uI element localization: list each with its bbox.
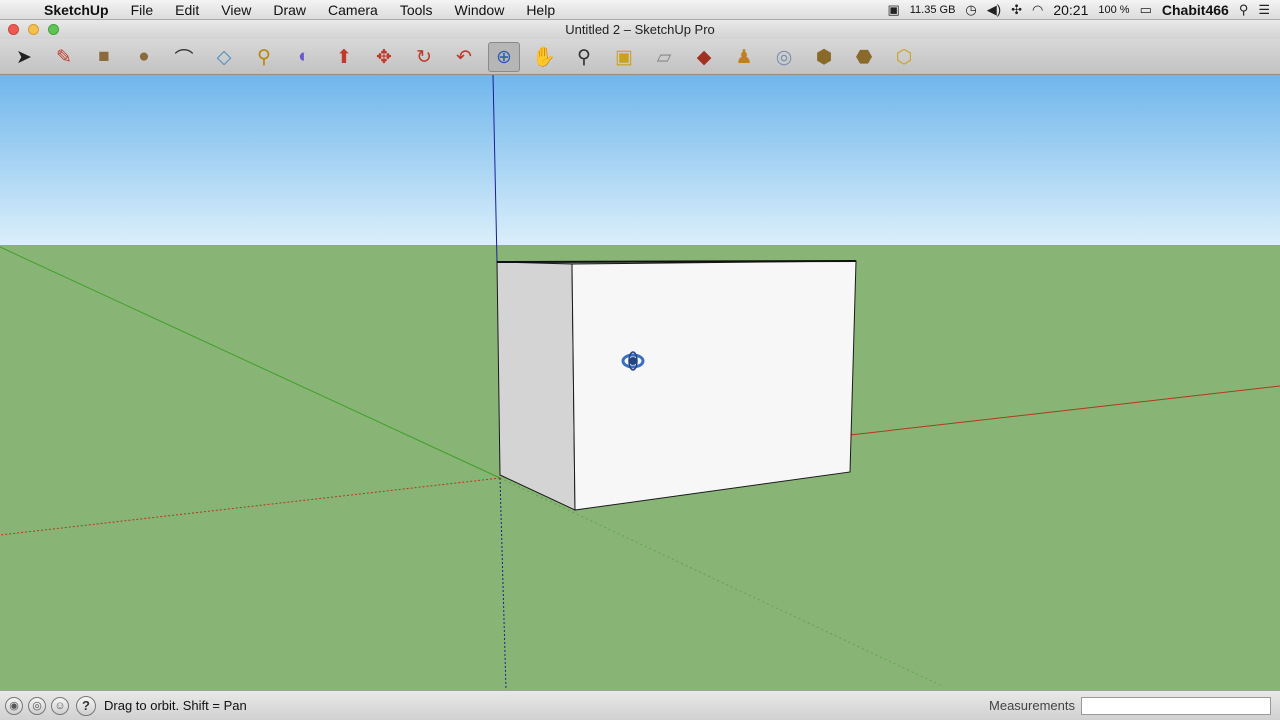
arc-tool-icon: ⌒	[174, 48, 194, 70]
pan-tool-button[interactable]: ✋	[528, 42, 560, 72]
box-top-edge	[496, 260, 857, 263]
share-component-tool-icon: ⬡	[895, 46, 913, 68]
zoom-tool-icon: ⚲	[577, 46, 591, 68]
select-tool-button[interactable]: ➤	[8, 42, 40, 72]
disk-space-readout[interactable]: 11.35 GB	[910, 4, 956, 16]
window-title: Untitled 2 – SketchUp Pro	[565, 22, 715, 37]
box-side-face[interactable]	[496, 261, 576, 511]
measurements-label: Measurements	[989, 698, 1075, 713]
add-location-tool-icon: ◆	[696, 46, 712, 68]
menu-view[interactable]: View	[210, 0, 262, 20]
get-components-tool-icon: ⬣	[855, 46, 873, 68]
bluetooth-icon[interactable]: ✣	[1011, 2, 1022, 18]
select-tool-icon: ➤	[16, 46, 32, 68]
battery-icon[interactable]: ▭	[1140, 2, 1152, 18]
zoom-window-button[interactable]	[48, 24, 59, 35]
paint-bucket-tool-icon: ◐	[298, 46, 310, 67]
pencil-tool-icon: ✎	[56, 46, 72, 68]
pan-tool-icon: ✋	[532, 47, 556, 68]
move-tool-icon: ✥	[376, 46, 392, 68]
position-camera-tool-button[interactable]: ♟	[728, 42, 760, 72]
menu-window[interactable]: Window	[444, 0, 516, 20]
menu-file[interactable]: File	[120, 0, 165, 20]
measurements-input[interactable]	[1081, 696, 1271, 715]
user-name[interactable]: Chabit466	[1162, 2, 1229, 18]
menu-bar: SketchUp File Edit View Draw Camera Tool…	[0, 0, 1280, 20]
menubar-status-area: ▣ 11.35 GB ◷ ◀) ✣ ◠ 20:21 100 % ▭ Chabit…	[887, 0, 1280, 20]
position-camera-tool-icon: ♟	[735, 46, 753, 68]
add-location-tool-button[interactable]: ◆	[688, 42, 720, 72]
push-pull-tool-icon: ⬆	[336, 46, 352, 68]
share-model-tool-icon: ⬢	[815, 46, 833, 68]
status-message: Drag to orbit. Shift = Pan	[104, 698, 247, 713]
paint-bucket-tool-button[interactable]: ◐	[288, 42, 320, 72]
follow-me-tool-button[interactable]: ↶	[448, 42, 480, 72]
tape-measure-tool-button[interactable]: ⚲	[248, 42, 280, 72]
wifi-icon[interactable]: ◠	[1032, 2, 1043, 18]
get-components-tool-button[interactable]: ⬣	[848, 42, 880, 72]
move-tool-button[interactable]: ✥	[368, 42, 400, 72]
orbit-tool-button[interactable]: ⊕	[488, 42, 520, 72]
orbit-tool-icon: ⊕	[496, 46, 512, 68]
model-viewport[interactable]	[0, 75, 1280, 690]
share-component-tool-button[interactable]: ⬡	[888, 42, 920, 72]
window-title-bar: Untitled 2 – SketchUp Pro	[0, 20, 1280, 39]
arc-tool-button[interactable]: ⌒	[168, 42, 200, 72]
clock[interactable]: 20:21	[1053, 2, 1088, 18]
circle-tool-icon: ●	[138, 46, 150, 67]
zoom-extents-tool-button[interactable]: ▣	[608, 42, 640, 72]
time-machine-icon[interactable]: ◷	[965, 2, 976, 18]
menu-app-name[interactable]: SketchUp	[36, 0, 120, 20]
pencil-tool-button[interactable]: ✎	[48, 42, 80, 72]
get-models-tool-button[interactable]: ◎	[768, 42, 800, 72]
scene-canvas[interactable]	[0, 75, 1280, 690]
get-models-tool-icon: ◎	[775, 46, 793, 68]
minimize-window-button[interactable]	[28, 24, 39, 35]
rotate-tool-button[interactable]: ↻	[408, 42, 440, 72]
push-pull-tool-button[interactable]: ⬆	[328, 42, 360, 72]
eraser-tool-icon: ◇	[216, 46, 232, 68]
sky	[0, 75, 1280, 245]
eraser-tool-button[interactable]: ◇	[208, 42, 240, 72]
previous-view-tool-button[interactable]: ▱	[648, 42, 680, 72]
previous-view-tool-icon: ▱	[656, 46, 672, 68]
user-signin-icon[interactable]: ☺	[51, 696, 69, 715]
share-model-tool-button[interactable]: ⬢	[808, 42, 840, 72]
rotate-tool-icon: ↻	[416, 46, 432, 68]
close-window-button[interactable]	[8, 24, 19, 35]
circle-tool-button[interactable]: ●	[128, 42, 160, 72]
zoom-extents-tool-icon: ▣	[615, 46, 633, 68]
menu-edit[interactable]: Edit	[164, 0, 210, 20]
geo-location-icon[interactable]: ◉	[5, 696, 23, 715]
status-bar: ◉ ◎ ☺ ? Drag to orbit. Shift = Pan Measu…	[0, 690, 1280, 720]
rectangle-tool-button[interactable]: ■	[88, 42, 120, 72]
main-toolbar: ➤ ✎ ■ ● ⌒ ◇ ⚲ ◐ ⬆ ✥ ↻ ↶ ⊕ ✋ ⚲ ▣ ▱ ◆ ♟ ◎ ⬢ ⬣ ⬡	[0, 39, 1280, 75]
follow-me-tool-icon: ↶	[456, 46, 472, 68]
credits-icon[interactable]: ◎	[28, 696, 46, 715]
menu-help[interactable]: Help	[515, 0, 566, 20]
battery-percent[interactable]: 100 %	[1098, 4, 1129, 16]
menu-camera[interactable]: Camera	[317, 0, 389, 20]
menu-draw[interactable]: Draw	[262, 0, 317, 20]
box-front-face[interactable]	[571, 260, 857, 511]
volume-icon[interactable]: ◀)	[987, 2, 1001, 18]
notification-center-icon[interactable]: ☰	[1258, 2, 1270, 18]
tape-measure-tool-icon: ⚲	[257, 46, 271, 68]
help-icon[interactable]: ?	[76, 695, 96, 716]
zoom-tool-button[interactable]: ⚲	[568, 42, 600, 72]
rectangle-tool-icon: ■	[98, 46, 110, 67]
spotlight-search-icon[interactable]: ⚲	[1239, 2, 1249, 18]
menu-tools[interactable]: Tools	[389, 0, 444, 20]
screen-record-icon[interactable]: ▣	[887, 2, 899, 18]
